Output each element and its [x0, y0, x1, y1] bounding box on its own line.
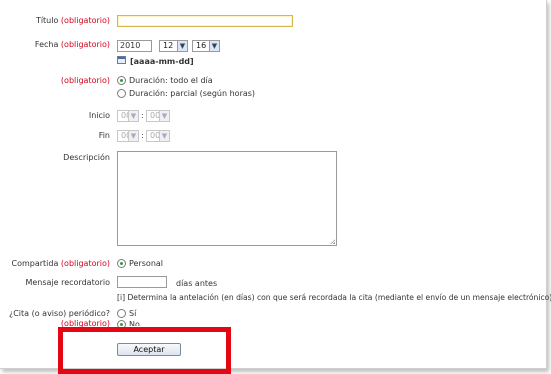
title-input[interactable]	[117, 15, 293, 27]
month-select[interactable]: 12 ▼	[159, 40, 188, 52]
reminder-suffix: días antes	[176, 279, 218, 288]
end-label: Fin	[98, 131, 110, 140]
reminder-days-input[interactable]	[117, 276, 167, 288]
chevron-down-icon: ▼	[128, 111, 138, 121]
periodic-no-radio[interactable]	[117, 320, 126, 329]
day-select[interactable]: 16 ▼	[192, 40, 220, 52]
date-label: Fecha (obligatorio)	[34, 40, 110, 49]
year-input[interactable]: 2010	[117, 40, 152, 52]
periodic-yes-radio[interactable]	[117, 309, 126, 318]
shared-personal-label: Personal	[129, 259, 164, 268]
description-label: Descripción	[63, 153, 110, 162]
reminder-note: [i] Determina la antelación (en días) co…	[117, 293, 551, 302]
periodic-yes-label: Sí	[129, 309, 137, 318]
duration-partial-label: Duración: parcial (según horas)	[129, 89, 256, 98]
form-panel: Título (obligatorio) Fecha (obligatorio)…	[0, 0, 551, 369]
chevron-down-icon: ▼	[209, 41, 219, 51]
end-minute-select[interactable]: 00 ▼	[146, 130, 170, 142]
duration-all-day-radio[interactable]	[117, 76, 126, 85]
chevron-down-icon: ▼	[159, 131, 169, 141]
duration-all-day-label: Duración: todo el día	[129, 76, 213, 85]
duration-partial-radio[interactable]	[117, 89, 126, 98]
periodic-label: ¿Cita (o aviso) periódico?	[8, 309, 110, 318]
shared-label: Compartida (obligatorio)	[11, 259, 110, 268]
start-hour-select[interactable]: 00 ▼	[117, 110, 139, 122]
periodic-no-label: No	[129, 320, 140, 326]
shared-personal-radio[interactable]	[117, 259, 126, 268]
chevron-down-icon: ▼	[128, 131, 138, 141]
resize-grip-icon[interactable]	[330, 239, 335, 244]
reminder-label: Mensaje recordatorio	[25, 278, 110, 287]
periodic-required-label: (obligatorio)	[60, 319, 110, 328]
duration-label: (obligatorio)	[60, 76, 110, 85]
start-minute-select[interactable]: 00 ▼	[146, 110, 170, 122]
title-label: Título (obligatorio)	[35, 16, 110, 25]
description-textarea[interactable]	[117, 151, 337, 246]
start-label: Inicio	[88, 111, 110, 120]
chevron-down-icon: ▼	[159, 111, 169, 121]
chevron-down-icon: ▼	[177, 41, 187, 51]
calendar-icon[interactable]	[117, 56, 126, 64]
end-hour-select[interactable]: 00 ▼	[117, 130, 139, 142]
date-format-hint: [aaaa-mm-dd]	[130, 57, 194, 66]
accept-button[interactable]: Aceptar	[117, 343, 181, 356]
